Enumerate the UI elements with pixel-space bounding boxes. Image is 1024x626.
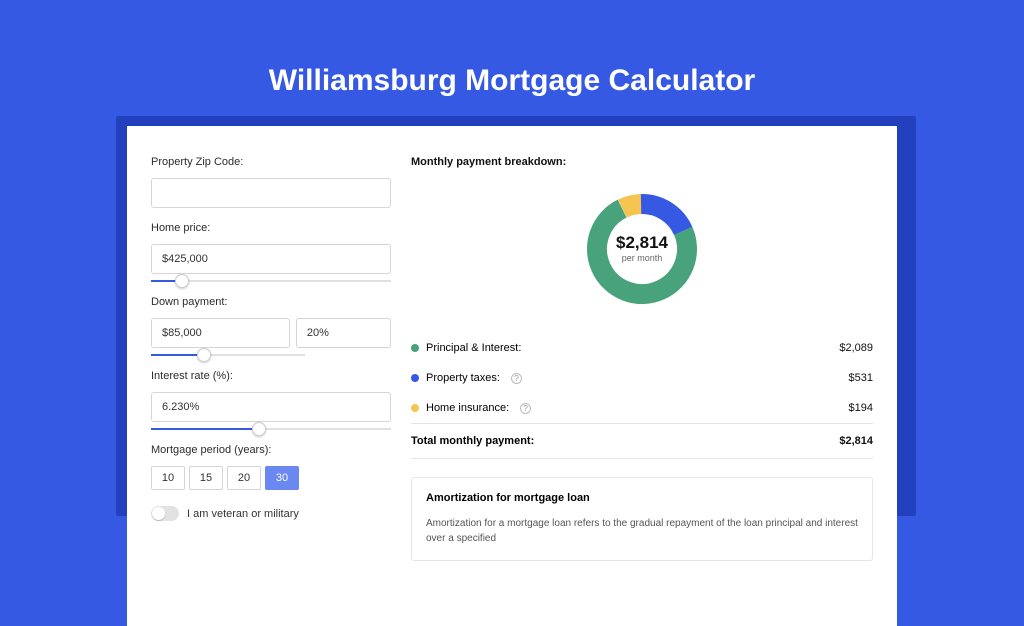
dot-icon: [411, 344, 419, 352]
slider-fill: [151, 280, 175, 282]
period-option-10[interactable]: 10: [151, 466, 185, 490]
down-payment-slider[interactable]: [151, 354, 305, 356]
slider-thumb[interactable]: [252, 422, 266, 436]
slider-thumb[interactable]: [175, 274, 189, 288]
interest-label: Interest rate (%):: [151, 370, 391, 382]
amort-title: Amortization for mortgage loan: [426, 492, 858, 504]
period-label: Mortgage period (years):: [151, 444, 391, 456]
zip-input[interactable]: [151, 178, 391, 208]
page-title: Williamsburg Mortgage Calculator: [0, 0, 1024, 126]
home-price-input[interactable]: [151, 244, 391, 274]
legend-label: Property taxes:: [426, 372, 500, 384]
toggle-knob: [152, 507, 165, 520]
help-icon[interactable]: ?: [511, 373, 522, 384]
period-option-30[interactable]: 30: [265, 466, 299, 490]
legend-label: Principal & Interest:: [426, 342, 521, 354]
legend-label: Home insurance:: [426, 402, 509, 414]
donut-center-label: per month: [622, 253, 663, 263]
slider-fill: [151, 428, 252, 430]
down-payment-amount-input[interactable]: [151, 318, 290, 348]
veteran-label: I am veteran or military: [187, 508, 299, 520]
amortization-panel: Amortization for mortgage loan Amortizat…: [411, 477, 873, 561]
donut-chart: $2,814 per month: [411, 178, 873, 332]
legend-value: $2,089: [839, 342, 873, 354]
dot-icon: [411, 374, 419, 382]
donut-center-amount: $2,814: [616, 233, 669, 252]
calculator-card: Property Zip Code: Home price: Down paym…: [127, 126, 897, 626]
down-payment-label: Down payment:: [151, 296, 391, 308]
legend-row-total: Total monthly payment: $2,814: [411, 423, 873, 459]
slider-fill: [151, 354, 197, 356]
slider-thumb[interactable]: [197, 348, 211, 362]
form-panel: Property Zip Code: Home price: Down paym…: [151, 156, 391, 561]
legend-value: $194: [849, 402, 873, 414]
period-group: 10 15 20 30: [151, 466, 391, 490]
veteran-toggle[interactable]: [151, 506, 179, 521]
breakdown-title: Monthly payment breakdown:: [411, 156, 873, 168]
home-price-slider[interactable]: [151, 280, 391, 282]
interest-input[interactable]: [151, 392, 391, 422]
amort-text: Amortization for a mortgage loan refers …: [426, 516, 858, 546]
home-price-label: Home price:: [151, 222, 391, 234]
legend-row-principal: Principal & Interest: $2,089: [411, 333, 873, 363]
down-payment-pct-input[interactable]: [296, 318, 391, 348]
dot-icon: [411, 404, 419, 412]
legend: Principal & Interest: $2,089 Property ta…: [411, 332, 873, 459]
period-option-20[interactable]: 20: [227, 466, 261, 490]
interest-slider[interactable]: [151, 428, 391, 430]
results-panel: Monthly payment breakdown: $2,814 per m: [411, 156, 873, 561]
legend-row-insurance: Home insurance: ? $194: [411, 393, 873, 423]
total-value: $2,814: [839, 435, 873, 447]
total-label: Total monthly payment:: [411, 435, 534, 447]
legend-row-taxes: Property taxes: ? $531: [411, 363, 873, 393]
period-option-15[interactable]: 15: [189, 466, 223, 490]
zip-label: Property Zip Code:: [151, 156, 391, 168]
legend-value: $531: [849, 372, 873, 384]
help-icon[interactable]: ?: [520, 403, 531, 414]
